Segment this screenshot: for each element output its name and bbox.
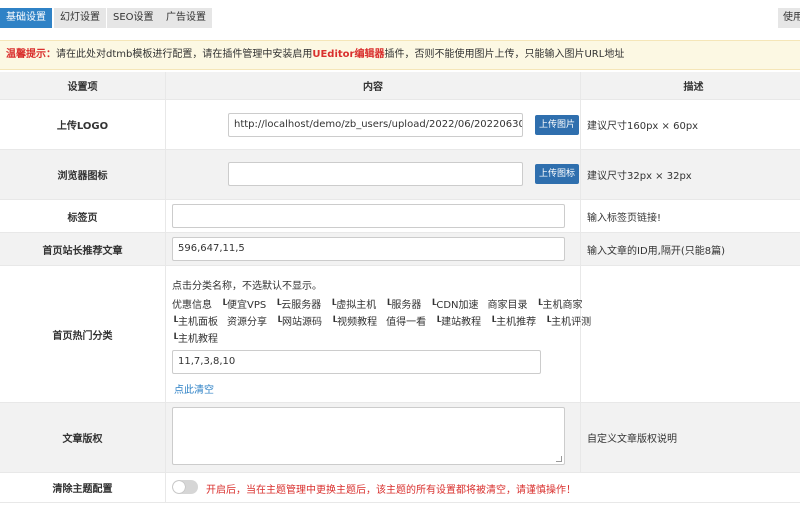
copyright-label: 文章版权	[0, 403, 166, 472]
notice-text-after: 插件，否则不能使用图片上传，只能输入图片URL地址	[384, 49, 625, 60]
category-item[interactable]: ┖CDN加速	[430, 300, 478, 311]
category-item[interactable]: 值得一看	[386, 317, 426, 328]
recommend-ids-input[interactable]: 596,647,11,5	[172, 237, 565, 261]
tab-bar: 基础设置 幻灯设置 SEO设置 广告设置 使用	[0, 0, 800, 36]
tags-description: 输入标签页链接!	[587, 212, 662, 224]
tab-usage[interactable]: 使用	[778, 8, 800, 28]
favicon-label: 浏览器图标	[0, 150, 166, 199]
notice-text-before: 请在此处对dtmb模板进行配置，请在插件管理中安装启用	[56, 49, 313, 60]
category-item[interactable]: ┖便宜VPS	[221, 300, 266, 311]
warning-notice: 温馨提示：请在此处对dtmb模板进行配置，请在插件管理中安装启用UEditor编…	[0, 40, 800, 70]
category-item[interactable]: 优惠信息	[172, 300, 212, 311]
clear-config-toggle[interactable]	[172, 480, 198, 494]
logo-label: 上传LOGO	[0, 100, 166, 149]
hot-categories-description	[581, 266, 800, 402]
category-item[interactable]: ┖服务器	[385, 300, 421, 311]
upload-icon-button[interactable]: 上传图标	[535, 164, 580, 184]
row-tags-page: 标签页 输入标签页链接!	[0, 200, 800, 233]
header-description: 描述	[683, 82, 704, 93]
row-article-copyright: 文章版权 自定义文章版权说明	[0, 403, 800, 473]
recommend-content-cell: 596,647,11,5	[166, 233, 581, 265]
category-list-line-1: 优惠信息 ┖便宜VPS ┖云服务器 ┖虚拟主机 ┖服务器 ┖CDN加速 商家目录 ┖主机商家	[172, 296, 592, 311]
category-item[interactable]: ┖主机教程	[172, 334, 218, 345]
tags-label: 标签页	[0, 200, 166, 232]
row-clear-theme-config: 清除主题配置 开启后，当在主题管理中更换主题后，该主题的所有设置都将被清空，请谨…	[0, 473, 800, 503]
recommend-description: 输入文章的ID用,隔开(只能8篇)	[587, 245, 725, 257]
logo-description: 建议尺寸160px × 60px	[587, 121, 699, 132]
notice-title: 温馨提示：	[6, 49, 56, 60]
logo-content-cell: http://localhost/demo/zb_users/upload/20…	[166, 100, 581, 149]
hot-categories-hint: 点击分类名称，不选默认不显示。	[172, 281, 322, 292]
tab-slideshow-settings[interactable]: 幻灯设置	[54, 8, 106, 28]
tags-link-input[interactable]	[172, 204, 565, 228]
row-recommended-articles: 首页站长推荐文章 596,647,11,5 输入文章的ID用,隔开(只能8篇)	[0, 233, 800, 266]
row-upload-logo: 上传LOGO http://localhost/demo/zb_users/up…	[0, 100, 800, 150]
upload-image-button[interactable]: 上传图片	[535, 115, 580, 135]
reset-content-cell: 开启后，当在主题管理中更换主题后，该主题的所有设置都将被清空，请谨慎操作！	[166, 473, 800, 502]
category-item[interactable]: ┖主机面板	[172, 317, 218, 328]
category-item[interactable]: ┖视频教程	[331, 317, 377, 328]
category-item[interactable]: ┖虚拟主机	[330, 300, 376, 311]
header-setting-item: 设置项	[0, 72, 166, 99]
copyright-textarea[interactable]	[172, 407, 565, 465]
category-item[interactable]: ┖主机商家	[537, 300, 583, 311]
hot-categories-label: 首页热门分类	[0, 266, 166, 402]
toggle-knob	[173, 481, 185, 493]
reset-label: 清除主题配置	[0, 473, 166, 502]
category-item[interactable]: 商家目录	[488, 300, 528, 311]
hot-categories-ids-input[interactable]: 11,7,3,8,10	[172, 350, 541, 374]
tab-basic-settings[interactable]: 基础设置	[0, 8, 52, 28]
tab-seo-settings[interactable]: SEO设置	[107, 8, 160, 28]
logo-url-input[interactable]: http://localhost/demo/zb_users/upload/20…	[228, 113, 523, 137]
notice-highlight: UEditor编辑器	[312, 49, 385, 60]
resize-handle-icon[interactable]	[556, 456, 562, 462]
table-header: 设置项 内容 描述	[0, 72, 800, 100]
tags-content-cell	[166, 200, 581, 232]
category-item[interactable]: ┖网站源码	[276, 317, 322, 328]
category-item[interactable]: ┖主机推荐	[490, 317, 536, 328]
favicon-description: 建议尺寸32px × 32px	[587, 171, 692, 182]
clear-categories-link[interactable]: 点此清空	[174, 381, 214, 396]
category-item[interactable]: ┖云服务器	[275, 300, 321, 311]
copyright-description: 自定义文章版权说明	[587, 434, 677, 445]
category-item[interactable]: 资源分享	[227, 317, 267, 328]
recommend-label: 首页站长推荐文章	[0, 233, 166, 265]
row-browser-icon: 浏览器图标 上传图标 建议尺寸32px × 32px	[0, 150, 800, 200]
header-content: 内容	[166, 72, 581, 99]
copyright-content-cell	[166, 403, 581, 472]
category-list-line-3: ┖主机教程	[172, 330, 227, 345]
favicon-url-input[interactable]	[228, 162, 523, 186]
tab-ad-settings[interactable]: 广告设置	[160, 8, 212, 28]
favicon-content-cell: 上传图标	[166, 150, 581, 199]
row-hot-categories: 首页热门分类 点击分类名称，不选默认不显示。 优惠信息 ┖便宜VPS ┖云服务器 ┖虚…	[0, 266, 800, 403]
category-item[interactable]: ┖建站教程	[435, 317, 481, 328]
category-list-line-2: ┖主机面板 资源分享 ┖网站源码 ┖视频教程 值得一看 ┖建站教程 ┖主机推荐 ┖主机评测	[172, 313, 600, 328]
reset-warning-text: 开启后，当在主题管理中更换主题后，该主题的所有设置都将被清空，请谨慎操作！	[206, 485, 576, 496]
hot-categories-content-cell: 点击分类名称，不选默认不显示。 优惠信息 ┖便宜VPS ┖云服务器 ┖虚拟主机 ┖服务器…	[166, 266, 591, 402]
